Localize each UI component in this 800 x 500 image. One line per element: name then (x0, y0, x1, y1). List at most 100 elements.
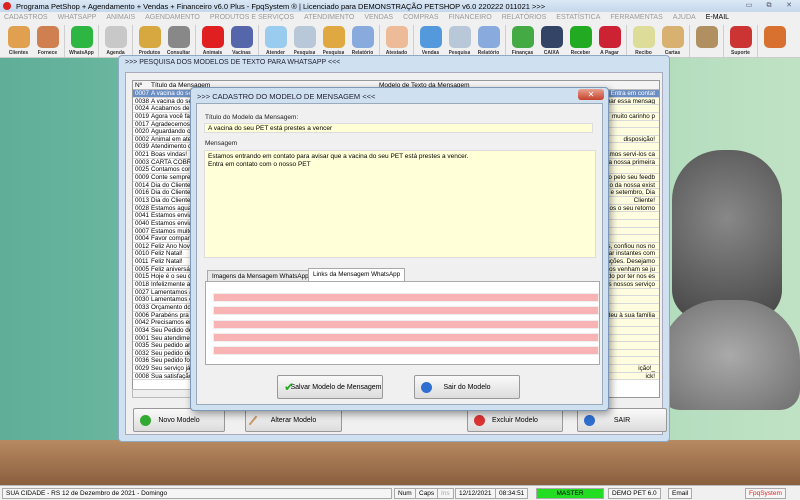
toolbar-separator (505, 25, 506, 57)
dialog-title: >>> CADASTRO DO MODELO DE MENSAGEM <<< (197, 92, 376, 101)
tab-links[interactable]: Links da Mensagem WhatsApp (308, 268, 406, 282)
toolbar-label: Suporte (731, 50, 750, 56)
row-number: 0038 (135, 97, 149, 105)
menu-2[interactable]: ANIMAIS (106, 12, 135, 23)
toolbar-button-5[interactable]: Consultar (164, 23, 193, 58)
dialog-close-button[interactable]: ✕ (578, 89, 604, 100)
menu-8[interactable]: FINANCEIRO (449, 12, 492, 23)
menu-4[interactable]: PRODUTOS E SERVIÇOS (210, 12, 294, 23)
row-number: 0009 (135, 174, 149, 181)
coins-icon (695, 26, 718, 48)
status-email[interactable]: Email (668, 488, 693, 499)
cash-book-icon (540, 26, 563, 48)
toolbar-separator (379, 25, 380, 57)
row-number: 0030 (135, 296, 149, 303)
link-input-5[interactable] (213, 346, 599, 355)
row-number: 0016 (135, 189, 149, 196)
toolbar-button-22[interactable] (692, 23, 721, 58)
toolbar-button-15[interactable]: Relatório (474, 23, 503, 58)
status-bar: SUA CIDADE - RS 12 de Dezembro de 2021 -… (0, 485, 800, 500)
toolbar-button-3[interactable]: Agenda (101, 23, 130, 58)
exit-template-button[interactable]: Sair do Modelo (414, 375, 520, 399)
toolbar-button-9[interactable]: Pesquisa (290, 23, 319, 58)
printer-icon (477, 26, 500, 48)
toolbar-separator (757, 25, 758, 57)
title-input[interactable]: A vacina do seu PET está prestes a vence… (204, 123, 593, 133)
maximize-button[interactable]: ⧉ (760, 1, 778, 11)
status-caps: Caps (415, 488, 439, 499)
menu-11[interactable]: FERRAMENTAS (610, 12, 662, 23)
toolbar-separator (64, 25, 65, 57)
toolbar-button-21[interactable]: Cartas (658, 23, 687, 58)
toolbar-label: Clientes (8, 50, 29, 56)
toolbar-button-14[interactable]: Pesquisa (445, 23, 474, 58)
toolbar-button-16[interactable]: Finanças (508, 23, 537, 58)
menu-13[interactable]: E-MAIL (706, 12, 729, 23)
row-number: 0019 (135, 112, 149, 120)
scroll-icon (661, 26, 684, 48)
menu-5[interactable]: ATENDIMENTO (304, 12, 354, 23)
pencil-icon (248, 415, 258, 426)
new-template-button[interactable]: Novo Modelo (133, 408, 225, 432)
row-number: 0033 (135, 303, 149, 311)
toolbar-button-7[interactable]: Vacinas (227, 23, 256, 58)
minimize-button[interactable]: ▭ (740, 1, 758, 11)
toolbar-button-24[interactable] (760, 23, 789, 58)
toolbar-separator (413, 25, 414, 57)
row-number: 0021 (135, 151, 149, 158)
row-number: 0032 (135, 349, 149, 357)
toolbar-button-12[interactable]: Atestado (382, 23, 411, 58)
dollar-red-icon (598, 26, 621, 48)
exit-template-label: Sair do Modelo (443, 383, 491, 391)
toolbar-button-17[interactable]: CAIXA (537, 23, 566, 58)
toolbar-button-6[interactable]: Animais (198, 23, 227, 58)
finance-chart-icon (511, 26, 534, 48)
toolbar-separator (626, 25, 627, 57)
toolbar-button-11[interactable]: Relatório (348, 23, 377, 58)
row-number: 0011 (135, 258, 149, 265)
toolbar-button-13[interactable]: Vendas (416, 23, 445, 58)
exit-button[interactable]: SAIR (577, 408, 667, 432)
toolbar-button-2[interactable]: WhatsApp (67, 23, 96, 58)
row-number: 0042 (135, 319, 149, 326)
row-number: 0029 (135, 365, 149, 372)
toolbar-separator (98, 25, 99, 57)
menu-0[interactable]: CADASTROS (4, 12, 48, 23)
message-textarea[interactable]: Estamos entrando em contato para avisar … (204, 150, 596, 258)
link-input-4[interactable] (213, 333, 599, 342)
menu-12[interactable]: AJUDA (673, 12, 696, 23)
link-input-2[interactable] (213, 306, 599, 315)
toolbar-button-23[interactable]: Suporte (726, 23, 755, 58)
toolbar-button-1[interactable]: Fornece (33, 23, 62, 58)
menu-3[interactable]: AGENDAMENTO (145, 12, 200, 23)
toolbar-button-18[interactable]: Receber (566, 23, 595, 58)
toolbar-button-19[interactable]: A Pagar (595, 23, 624, 58)
menu-7[interactable]: COMPRAS (403, 12, 438, 23)
close-button[interactable]: ✕ (780, 1, 798, 11)
toolbar-separator (723, 25, 724, 57)
menu-1[interactable]: WHATSAPP (58, 12, 97, 23)
edit-template-button[interactable]: Alterar Modelo (245, 408, 342, 432)
toolbar-button-20[interactable]: Recibo (629, 23, 658, 58)
link-input-3[interactable] (213, 320, 599, 329)
status-date: 12/12/2021 (455, 488, 496, 499)
status-location: SUA CIDADE - RS 12 de Dezembro de 2021 -… (2, 488, 392, 499)
toolbar-button-4[interactable]: Produtos (135, 23, 164, 58)
toolbar-button-0[interactable]: Clientes (4, 23, 33, 58)
menu-9[interactable]: RELATÓRIOS (502, 12, 547, 23)
toolbar-button-8[interactable]: Atender (261, 23, 290, 58)
search-doc-icon (448, 26, 471, 48)
row-number: 0003 (135, 158, 149, 166)
col-number[interactable]: Nº (133, 81, 149, 89)
exit-label: SAIR (613, 416, 631, 424)
save-template-button[interactable]: ✔ Salvar Modelo de Mensagem (277, 375, 383, 399)
link-input-1[interactable] (213, 293, 599, 302)
delete-template-button[interactable]: Excluir Modelo (467, 408, 563, 432)
menu-6[interactable]: VENDAS (364, 12, 393, 23)
row-number: 0007 (135, 90, 149, 97)
new-template-label: Novo Modelo (158, 416, 200, 424)
floor-photo (0, 440, 800, 485)
toolbar-button-10[interactable]: Pesquisa (319, 23, 348, 58)
menu-10[interactable]: ESTATÍSTICA (556, 12, 600, 23)
row-number: 0035 (135, 342, 149, 349)
